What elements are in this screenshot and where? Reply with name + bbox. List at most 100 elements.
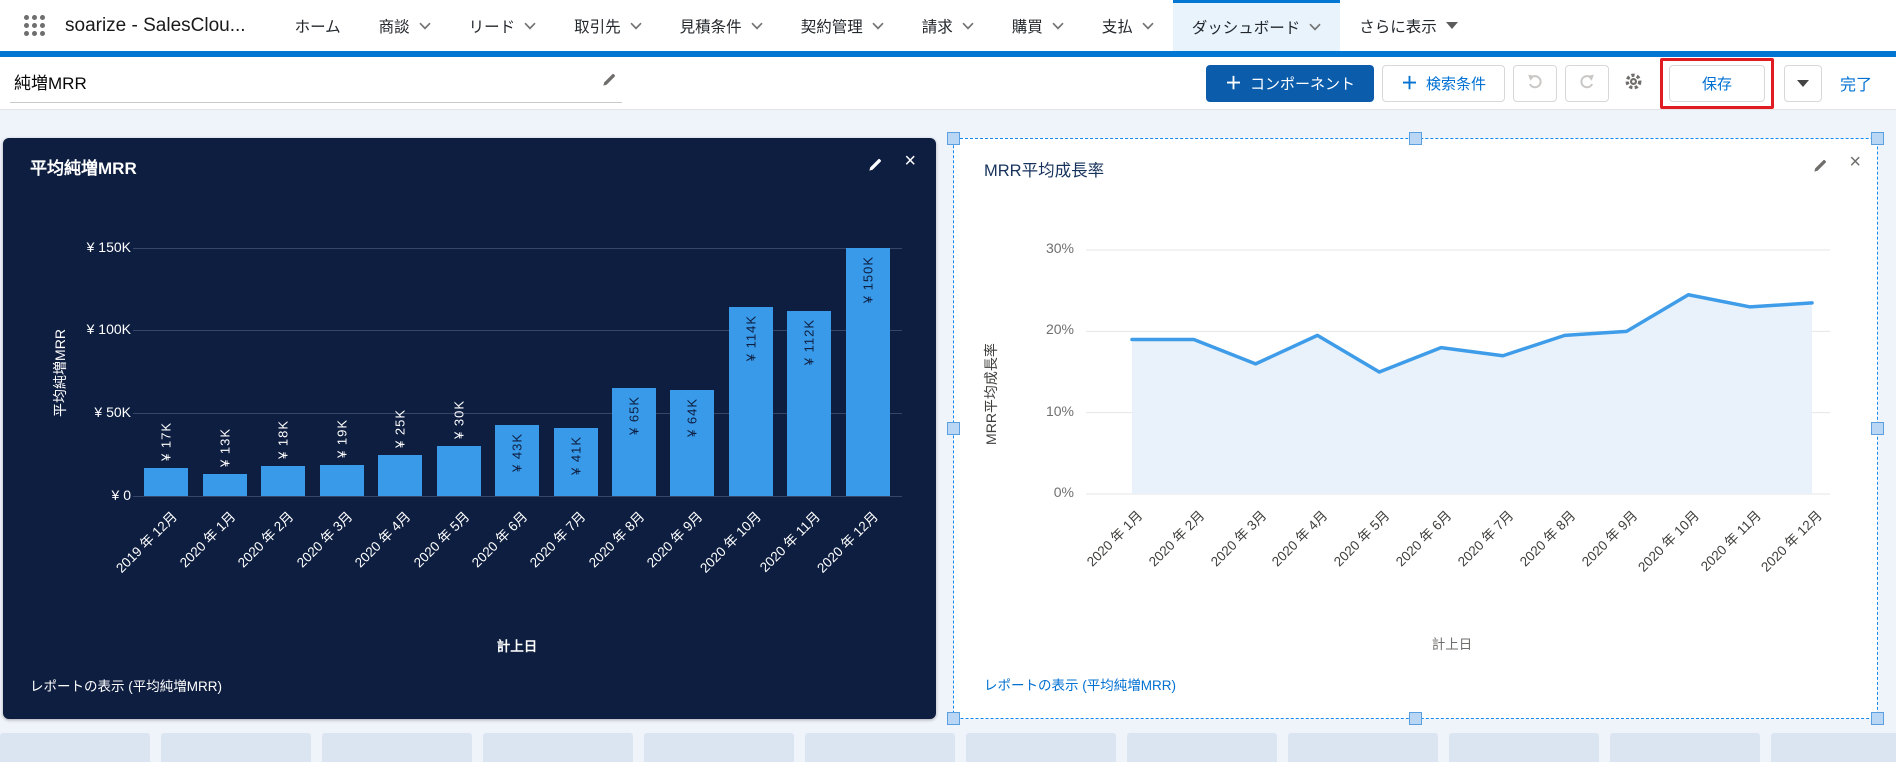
resize-handle-top-right[interactable] <box>1871 132 1884 145</box>
x-tick-label: 2020 年 8月 <box>585 508 648 571</box>
caret-down-icon <box>1796 79 1809 87</box>
undo-icon <box>1526 72 1544 94</box>
nav-tab-3[interactable]: 取引先 <box>555 0 661 51</box>
resize-handle-bottom-right[interactable] <box>1871 712 1884 725</box>
chevron-down-icon <box>872 22 884 30</box>
chevron-down-icon <box>1052 22 1064 30</box>
bar-9[interactable]: ¥ 64K <box>670 390 715 496</box>
x-tick-label: 2020 年 1月 <box>176 508 239 571</box>
nav-tab-10[interactable]: さらに表示 <box>1340 0 1477 51</box>
bar-value-label: ¥ 43K <box>509 432 525 472</box>
resize-handle-bottom-left[interactable] <box>947 712 960 725</box>
resize-handle-mid-left[interactable] <box>947 421 960 435</box>
redo-button[interactable] <box>1564 64 1609 102</box>
toolbar-actions: ＋ コンポーネント ＋ 検索条件 保存 完了 <box>1205 57 1882 109</box>
line-chart[interactable] <box>1072 239 1842 539</box>
edit-widget-pencil-icon[interactable] <box>867 156 884 177</box>
resize-handle-top-center[interactable] <box>1408 132 1422 145</box>
nav-tab-label: 購買 <box>1011 18 1043 36</box>
bar-5[interactable]: ¥ 30K <box>436 400 481 496</box>
bar-x-axis-title: 計上日 <box>496 639 538 654</box>
edit-widget-pencil-icon[interactable] <box>1812 157 1829 178</box>
resize-handle-top-left[interactable] <box>947 132 960 145</box>
bar-0[interactable]: ¥ 17K <box>144 422 189 496</box>
nav-tab-5[interactable]: 契約管理 <box>782 0 903 51</box>
resize-handle-mid-right[interactable] <box>1871 421 1884 435</box>
nav-tab-0[interactable]: ホーム <box>276 0 360 51</box>
undo-button[interactable] <box>1512 64 1557 102</box>
bar-slot: ¥ 41K <box>546 231 604 496</box>
bar-7[interactable]: ¥ 41K <box>553 428 598 496</box>
app-name: soarize - SalesClou... <box>65 14 246 36</box>
widget-title: MRR平均成長率 <box>984 162 1105 180</box>
x-tick-label: 2020 年 2月 <box>1145 507 1208 570</box>
widget-mrr-growth-rate[interactable]: MRR平均成長率 × MRR平均成長率 0% 10% 20% 30% 2020 年 1… <box>947 132 1884 725</box>
y-tick-label: ¥ 50K <box>94 404 131 421</box>
settings-gear-button[interactable] <box>1617 65 1650 102</box>
nav-tab-2[interactable]: リード <box>450 0 556 51</box>
x-tick-label: 2020 年 7月 <box>1454 507 1517 570</box>
view-report-link[interactable]: レポートの表示 (平均純増MRR) <box>984 674 1176 694</box>
nav-tab-9[interactable]: ダッシュボード <box>1172 0 1341 51</box>
bar-slot: ¥ 13K <box>195 231 253 496</box>
bar-value-label: ¥ 18K <box>275 420 291 460</box>
grid-tile <box>322 733 472 762</box>
nav-tab-6[interactable]: 請求 <box>903 0 993 51</box>
nav-tab-label: 商談 <box>378 18 410 36</box>
chevron-down-icon <box>751 22 763 30</box>
nav-tab-1[interactable]: 商談 <box>360 0 450 51</box>
x-tick-label: 2020 年 11月 <box>1697 507 1764 574</box>
bar-2[interactable]: ¥ 18K <box>261 420 306 496</box>
dashboard-title-field[interactable]: 純増MRR <box>10 63 622 103</box>
y-tick-label: 30% <box>1045 240 1074 256</box>
grid-tile <box>805 733 955 762</box>
x-tick-label: 2020 年 3月 <box>1207 507 1270 570</box>
line-y-ticks: 0% 10% 20% 30% <box>1004 239 1074 500</box>
widget-avg-net-mrr[interactable]: 平均純増MRR × 平均純増MRR ¥ 0 ¥ 50K ¥ 100K ¥ 150K ¥… <box>3 138 936 719</box>
nav-tab-7[interactable]: 購買 <box>993 0 1083 51</box>
bar-series: ¥ 17K ¥ 13K ¥ 18K ¥ 19K ¥ 25K ¥ 30K ¥ 43K ¥ 41K… <box>137 231 897 496</box>
done-button[interactable]: 完了 <box>1830 65 1882 102</box>
bar-1[interactable]: ¥ 13K <box>202 428 247 496</box>
bar-value-label: ¥ 65K <box>626 396 642 436</box>
bar-3[interactable]: ¥ 19K <box>319 419 364 496</box>
nav-tab-label: 支払 <box>1101 18 1133 36</box>
bar-6[interactable]: ¥ 43K <box>495 424 540 496</box>
grid-tile <box>1610 733 1760 762</box>
view-report-link[interactable]: レポートの表示 (平均純増MRR) <box>30 675 222 695</box>
grid-tile <box>1127 733 1277 762</box>
save-button[interactable]: 保存 <box>1668 64 1765 102</box>
bar-value-label: ¥ 19K <box>334 418 350 458</box>
bar-y-ticks: ¥ 0 ¥ 50K ¥ 100K ¥ 150K <box>47 231 131 503</box>
annotation-highlight-box: 保存 <box>1659 57 1774 109</box>
y-tick-label: 20% <box>1045 321 1074 338</box>
bar-4[interactable]: ¥ 25K <box>378 409 423 496</box>
bar-11[interactable]: ¥ 112K <box>787 310 832 496</box>
bar-12[interactable]: ¥ 150K <box>845 247 890 496</box>
resize-handle-bottom-center[interactable] <box>1408 712 1422 725</box>
triangle-down-icon <box>1445 22 1458 29</box>
chevron-down-icon <box>630 22 642 30</box>
x-tick-label: 2020 年 4月 <box>1269 507 1331 570</box>
nav-tab-8[interactable]: 支払 <box>1083 0 1173 51</box>
save-dropdown-button[interactable] <box>1783 64 1822 102</box>
remove-widget-icon[interactable]: × <box>1849 152 1861 172</box>
bar-value-label: ¥ 112K <box>801 318 817 365</box>
edit-title-pencil-icon[interactable] <box>601 71 618 92</box>
y-tick-label: ¥ 100K <box>86 321 131 338</box>
remove-widget-icon[interactable]: × <box>904 151 916 171</box>
grid-tile <box>966 733 1116 762</box>
nav-tab-4[interactable]: 見積条件 <box>661 0 782 51</box>
bar-10[interactable]: ¥ 114K <box>728 307 773 496</box>
bar-value-label: ¥ 150K <box>860 255 876 303</box>
bar-value-label: ¥ 30K <box>451 400 467 440</box>
add-filter-button[interactable]: ＋ 検索条件 <box>1381 64 1505 102</box>
nav-tab-label: 請求 <box>921 18 953 36</box>
dashboard-canvas: 平均純増MRR × 平均純増MRR ¥ 0 ¥ 50K ¥ 100K ¥ 150K ¥… <box>0 110 1896 762</box>
nav-tabs: ホーム 商談 リード 取引先 見積条件 契約管理 請求 購買 支払 ダッシュボード さらに表示 <box>276 0 1896 51</box>
app-launcher-icon[interactable] <box>24 15 45 36</box>
x-tick-label: 2019 年 12月 <box>112 508 180 576</box>
add-component-button[interactable]: ＋ コンポーネント <box>1205 64 1374 102</box>
bar-8[interactable]: ¥ 65K <box>611 388 656 496</box>
bar-slot: ¥ 150K <box>839 231 897 496</box>
